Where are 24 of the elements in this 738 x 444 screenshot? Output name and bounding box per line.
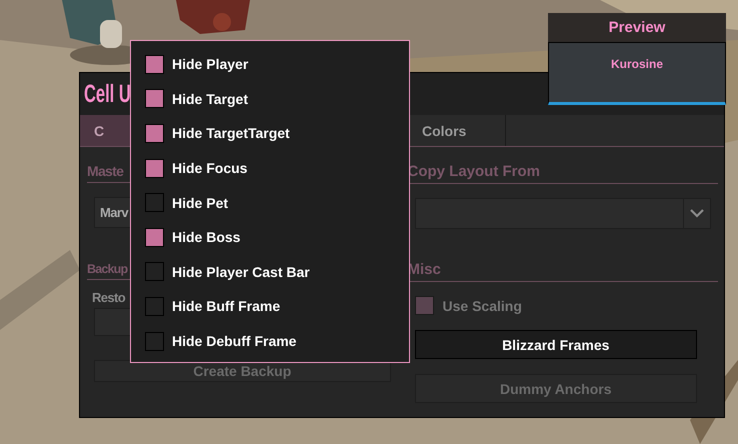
checkbox[interactable] xyxy=(145,124,164,143)
unit-name: Kurosine xyxy=(610,57,663,72)
menu-item[interactable]: Hide Player xyxy=(145,47,395,82)
checkbox[interactable] xyxy=(145,332,164,351)
preview-title: Preview xyxy=(608,19,666,36)
copy-layout-dropdown[interactable] xyxy=(414,198,711,229)
checkbox[interactable] xyxy=(145,262,164,282)
field-label: Resto xyxy=(92,290,126,305)
action-button[interactable]: Blizzard Frames xyxy=(414,330,697,359)
menu-item[interactable]: Hide Debuff Frame xyxy=(145,324,395,358)
checkbox[interactable] xyxy=(145,158,164,178)
checkbox[interactable] xyxy=(145,193,164,212)
window-title: Cell U xyxy=(84,80,131,108)
menu-item[interactable]: Hide Target xyxy=(145,82,395,116)
checkbox-label: Use Scaling xyxy=(442,298,522,314)
tab[interactable]: Colors xyxy=(408,115,506,146)
checkbox[interactable] xyxy=(145,296,164,316)
menu-item[interactable]: Hide Focus xyxy=(145,150,395,186)
checkbox[interactable] xyxy=(145,54,164,74)
menu-item[interactable]: Hide Buff Frame xyxy=(145,289,395,324)
checkbox[interactable] xyxy=(145,89,164,108)
chevron-down-icon xyxy=(690,209,704,218)
menu-item[interactable]: Hide Pet xyxy=(145,185,395,220)
checkbox[interactable] xyxy=(145,228,164,247)
